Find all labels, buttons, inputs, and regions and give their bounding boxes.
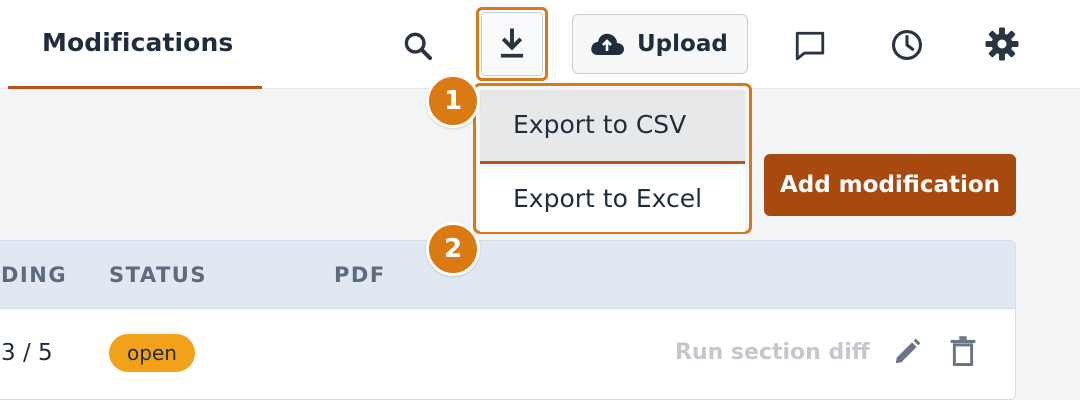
search-button[interactable] [396, 24, 440, 68]
download-icon [500, 28, 524, 58]
trash-icon[interactable] [945, 332, 981, 370]
step-badge-2: 2 [426, 222, 480, 276]
progress-cell: 3 / 5 [1, 340, 53, 366]
menu-item-export-csv[interactable]: Export to CSV [480, 90, 745, 164]
comment-icon [795, 31, 825, 61]
status-badge: open [109, 334, 195, 372]
upload-button[interactable]: Upload [572, 14, 748, 74]
export-menu: Export to CSV Export to Excel [473, 83, 752, 234]
gear-icon [985, 27, 1019, 61]
history-button[interactable] [884, 22, 930, 68]
tab-modifications[interactable]: Modifications [8, 0, 262, 89]
top-toolbar: Modifications Upload [0, 0, 1080, 89]
download-button[interactable] [476, 7, 548, 81]
table-row: 3 / 5 open Run section diff [0, 310, 1015, 399]
run-section-diff-button[interactable]: Run section diff [675, 340, 870, 365]
tab-label: Modifications [42, 28, 234, 57]
settings-button[interactable] [978, 20, 1026, 68]
edit-icon[interactable] [889, 334, 925, 370]
table-header: DING STATUS PDF [0, 241, 1015, 309]
upload-label: Upload [637, 31, 728, 57]
add-modification-button[interactable]: Add modification [764, 154, 1016, 216]
column-header-status: STATUS [109, 263, 207, 287]
column-header: DING [1, 263, 68, 287]
history-icon [891, 29, 923, 61]
cloud-upload-icon [591, 33, 624, 55]
search-icon [404, 32, 433, 61]
step-badge-1: 1 [426, 74, 480, 128]
comments-button[interactable] [788, 24, 832, 68]
modifications-table: DING STATUS PDF 3 / 5 open Run section d… [0, 240, 1016, 400]
menu-item-export-excel[interactable]: Export to Excel [480, 166, 745, 232]
column-header-pdf: PDF [334, 263, 386, 287]
